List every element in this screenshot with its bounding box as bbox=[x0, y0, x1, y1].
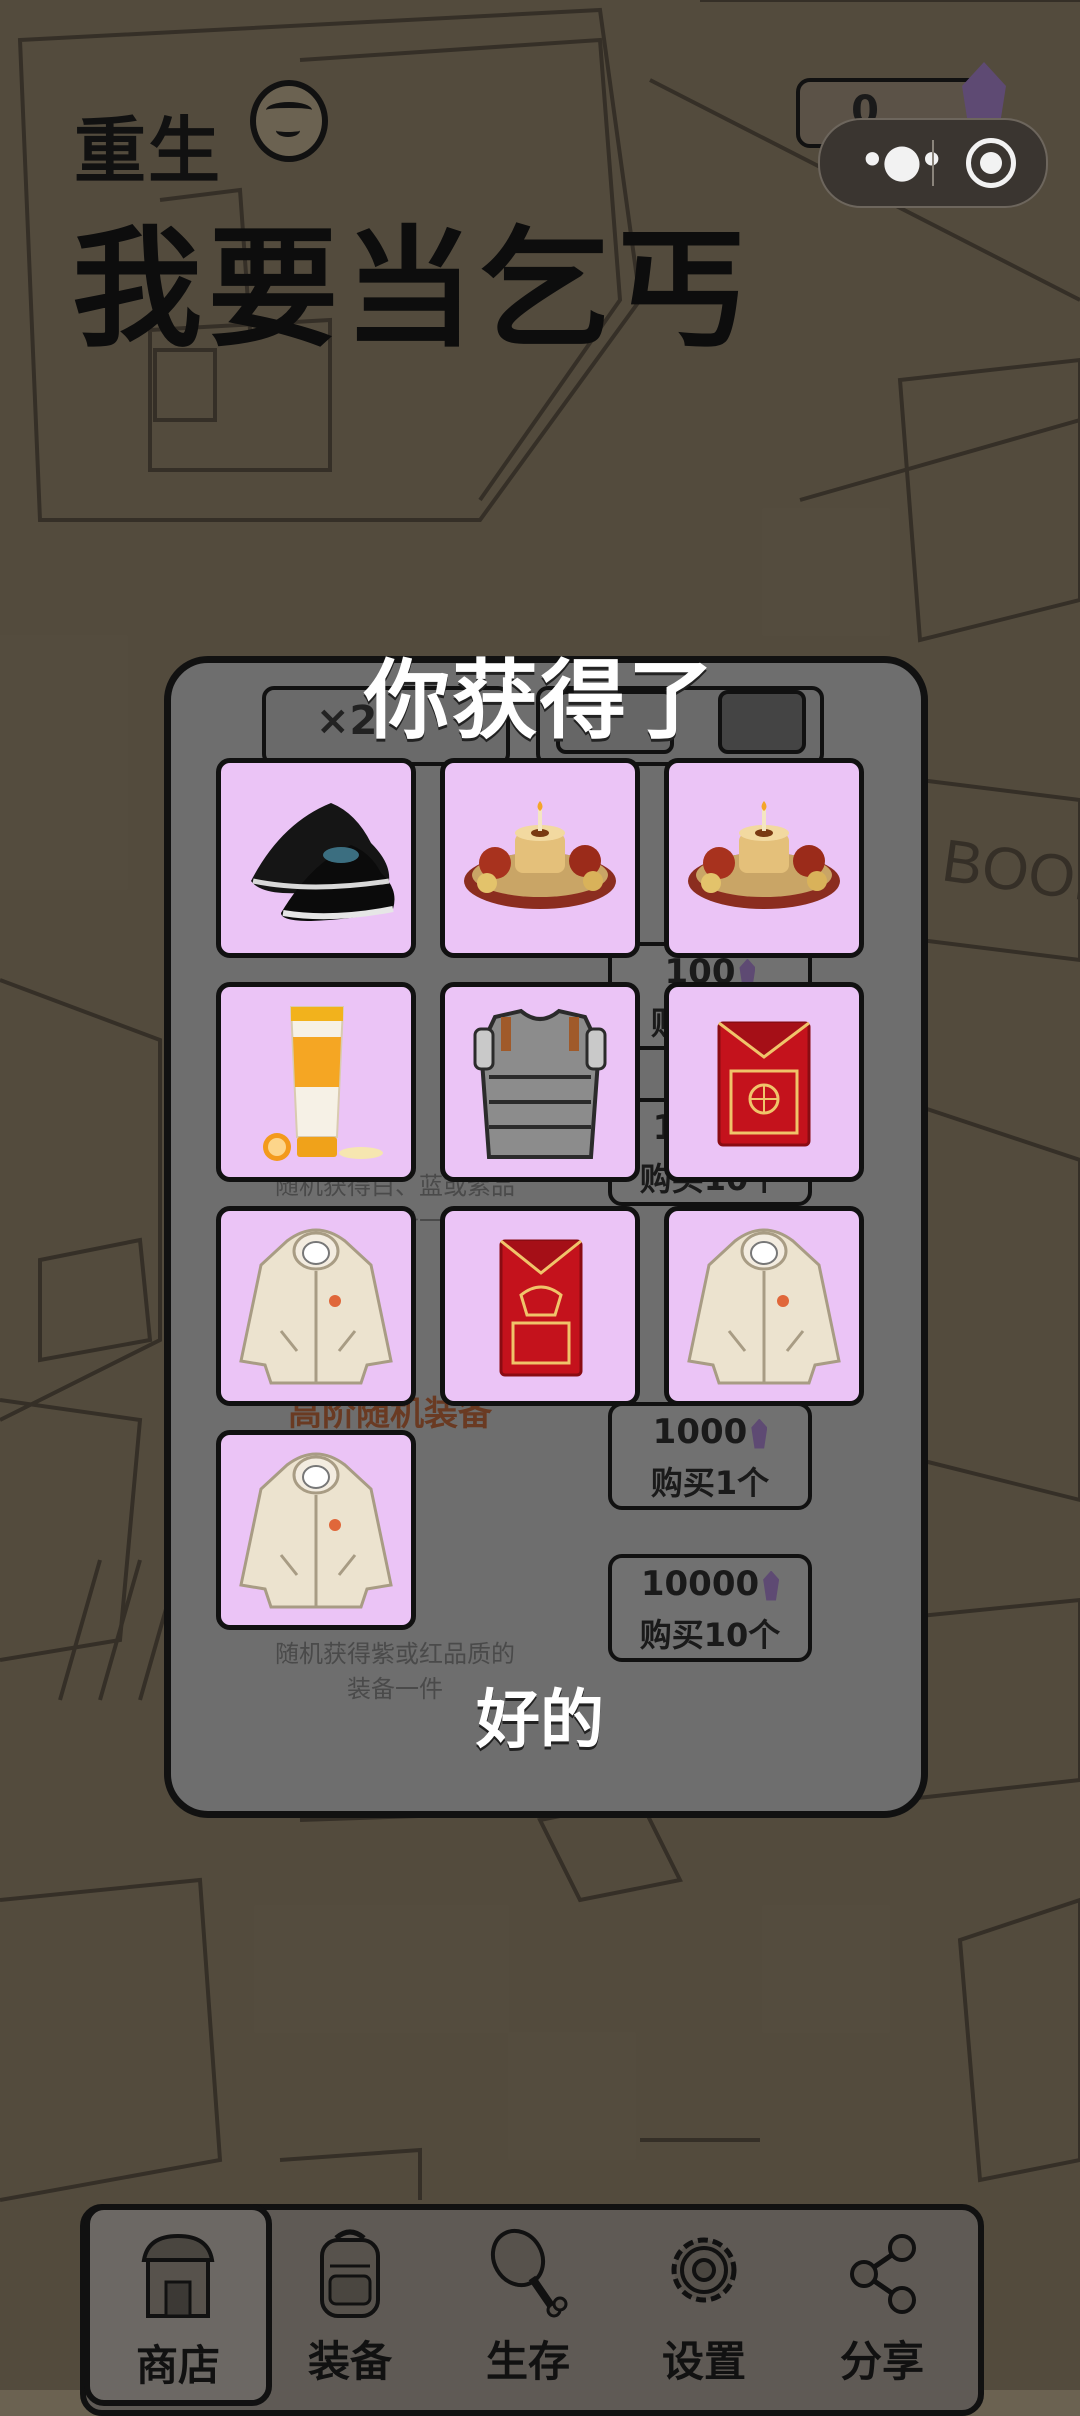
cake-platter-icon bbox=[688, 801, 840, 909]
capsule-divider bbox=[932, 140, 934, 186]
reward-item-hoodie[interactable] bbox=[216, 1206, 416, 1406]
hoodie-jacket-icon bbox=[239, 1228, 393, 1385]
reward-item-sunscreen[interactable] bbox=[216, 982, 416, 1182]
armor-vest-icon bbox=[473, 1008, 607, 1159]
smug-face-icon bbox=[250, 80, 328, 162]
reward-item-red-envelope[interactable] bbox=[664, 982, 864, 1182]
reward-item-cake[interactable] bbox=[664, 758, 864, 958]
red-envelope-icon bbox=[499, 1239, 583, 1377]
confirm-ok-button[interactable]: 好的 bbox=[440, 1676, 640, 1766]
gem-icon bbox=[763, 1570, 780, 1601]
nav-label: 商店 bbox=[135, 2341, 220, 2390]
drumstick-icon bbox=[490, 2228, 568, 2318]
reward-item-hoodie[interactable] bbox=[216, 1430, 416, 1630]
reward-item-cake[interactable] bbox=[440, 758, 640, 958]
nav-share[interactable]: 分享 bbox=[794, 2206, 970, 2396]
game-title-line1: 重生 bbox=[74, 109, 223, 193]
reward-item-hoodie[interactable] bbox=[664, 1206, 864, 1406]
hoodie-jacket-icon bbox=[239, 1452, 393, 1609]
reward-item-shoes[interactable] bbox=[216, 758, 416, 958]
mini-program-capsule: •●• bbox=[818, 118, 1048, 208]
nav-label: 分享 bbox=[839, 2337, 924, 2386]
buy-advanced-1-button: 1000 购买1个 bbox=[608, 1402, 812, 1510]
more-dots-icon[interactable]: •●• bbox=[850, 137, 950, 188]
game-title-line2: 我要当乞丐 bbox=[72, 213, 753, 365]
gem-icon bbox=[751, 1418, 768, 1449]
reward-item-red-envelope[interactable] bbox=[440, 1206, 640, 1406]
gear-icon bbox=[671, 2237, 737, 2303]
cloth-shoes-icon bbox=[251, 803, 395, 921]
hoodie-jacket-icon bbox=[687, 1228, 841, 1385]
nav-shop[interactable]: 商店 bbox=[84, 2204, 272, 2406]
nav-label: 装备 bbox=[307, 2337, 392, 2386]
buy-label: 购买10个 bbox=[639, 1616, 781, 1654]
nav-label: 设置 bbox=[661, 2337, 746, 2386]
sunscreen-tube-icon bbox=[263, 1006, 383, 1161]
buy-advanced-10-button: 10000 购买10个 bbox=[608, 1554, 812, 1662]
buy-label: 购买1个 bbox=[650, 1464, 770, 1502]
shop-icon bbox=[141, 2233, 215, 2318]
nav-settings[interactable]: 设置 bbox=[616, 2206, 792, 2396]
red-envelope-icon bbox=[717, 1021, 811, 1147]
nav-equipment[interactable]: 装备 bbox=[262, 2206, 438, 2396]
price: 10000 bbox=[640, 1564, 760, 1604]
backpack-icon bbox=[320, 2229, 380, 2318]
share-icon bbox=[850, 2234, 916, 2314]
target-close-icon[interactable] bbox=[966, 138, 1016, 188]
cake-platter-icon bbox=[464, 801, 616, 909]
reward-title: 你获得了 bbox=[364, 651, 716, 751]
price: 1000 bbox=[652, 1412, 748, 1452]
reward-item-armor[interactable] bbox=[440, 982, 640, 1182]
nav-label: 生存 bbox=[485, 2337, 570, 2386]
nav-survival[interactable]: 生存 bbox=[440, 2206, 616, 2396]
